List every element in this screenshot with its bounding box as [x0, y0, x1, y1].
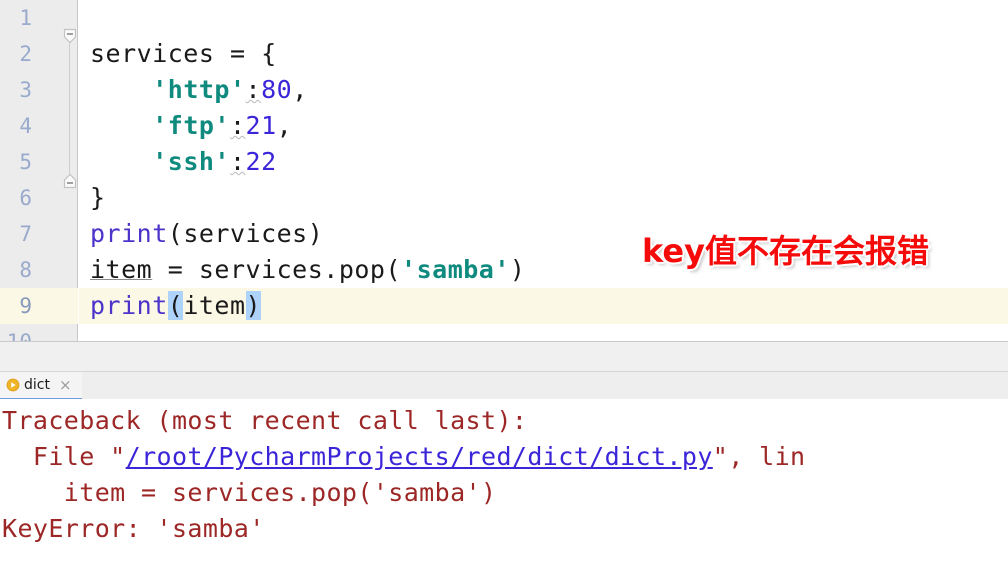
console-file-prefix: File "	[2, 442, 126, 471]
line-number: 7	[19, 222, 32, 246]
tab-dict[interactable]: dict ×	[0, 372, 82, 400]
console-text: item = services.pop('samba')	[2, 478, 497, 507]
console-text: Traceback (most recent call last):	[2, 406, 528, 435]
code-editor-pane: 1 2 3 4 5 6 7 8 9 10	[0, 0, 1008, 341]
console-line-source: item = services.pop('samba')	[0, 475, 1008, 511]
console-line-keyerror: KeyError: 'samba'	[0, 511, 1008, 547]
token-colon: :	[229, 111, 246, 140]
token-colon: :	[245, 75, 262, 104]
token-string: 'http'	[152, 75, 246, 104]
close-icon[interactable]: ×	[59, 377, 72, 393]
code-line[interactable]	[79, 0, 1008, 36]
code-text-area[interactable]: services = { 'http':80, 'ftp':21, 'ssh':…	[79, 0, 1008, 341]
token-identifier-item: item	[183, 291, 246, 320]
token-string: 'ssh'	[152, 147, 230, 176]
pycharm-window: 1 2 3 4 5 6 7 8 9 10	[0, 0, 1008, 564]
editor-console-splitter[interactable]	[0, 341, 1008, 371]
tab-label: dict	[24, 377, 50, 393]
fold-collapse-icon[interactable]	[61, 27, 79, 45]
red-annotation-text: key值不存在会报错	[642, 232, 929, 270]
line-number: 4	[19, 114, 32, 138]
token-function-print: print	[90, 219, 168, 248]
token-brace-close: }	[90, 183, 106, 212]
token-colon: :	[229, 147, 246, 176]
line-number: 10	[0, 324, 34, 341]
code-line-current[interactable]: print(item)	[79, 288, 1008, 324]
console-line-traceback: Traceback (most recent call last):	[0, 403, 1008, 439]
line-number: 6	[19, 186, 32, 210]
token-comma: ,	[276, 111, 293, 140]
editor-gutter[interactable]: 1 2 3 4 5 6 7 8 9 10	[0, 0, 78, 341]
console-text: KeyError: 'samba'	[2, 514, 265, 543]
console-output[interactable]: Traceback (most recent call last): File …	[0, 399, 1008, 564]
token-string: 'samba'	[401, 255, 510, 284]
token-function-print: print	[90, 291, 168, 320]
code-line[interactable]: 'http':80,	[79, 72, 1008, 108]
token-assign-brace: = {	[214, 39, 277, 68]
token-comma: ,	[292, 75, 308, 104]
line-number: 1	[19, 6, 32, 30]
fold-end-icon[interactable]	[61, 172, 79, 190]
line-number: 2	[19, 42, 32, 66]
token-string: 'ftp'	[152, 111, 230, 140]
code-line[interactable]: services = {	[79, 36, 1008, 72]
line-number: 9	[19, 294, 32, 318]
token-call-args: (services)	[167, 219, 324, 248]
token-number: 80	[261, 75, 293, 104]
python-run-icon	[6, 378, 20, 392]
code-line[interactable]	[79, 324, 1008, 341]
code-folding-column	[60, 0, 80, 341]
fold-region-line	[69, 34, 70, 182]
token-identifier: services	[90, 39, 215, 68]
line-number: 5	[19, 150, 32, 174]
code-line[interactable]: 'ftp':21,	[79, 108, 1008, 144]
line-number: 8	[19, 258, 32, 282]
file-path-link[interactable]: /root/PycharmProjects/red/dict/dict.py	[126, 442, 713, 471]
token-paren-close: )	[509, 255, 526, 284]
console-line-file: File "/root/PycharmProjects/red/dict/dic…	[0, 439, 1008, 475]
code-line[interactable]: }	[79, 180, 1008, 216]
token-number: 21	[245, 111, 277, 140]
token-number: 22	[245, 147, 277, 176]
console-file-suffix: ", lin	[712, 442, 806, 471]
token-bracket-match-open: (	[167, 291, 184, 320]
run-toolwindow-tabbar: dict ×	[0, 371, 1008, 400]
line-number: 3	[19, 78, 32, 102]
code-line[interactable]: 'ssh':22	[79, 144, 1008, 180]
line-number-column: 1 2 3 4 5 6 7 8 9 10	[0, 0, 34, 341]
token-pop-call: = services.pop(	[152, 255, 402, 284]
token-bracket-match-close: )	[245, 291, 262, 320]
token-identifier-item: item	[90, 255, 153, 284]
